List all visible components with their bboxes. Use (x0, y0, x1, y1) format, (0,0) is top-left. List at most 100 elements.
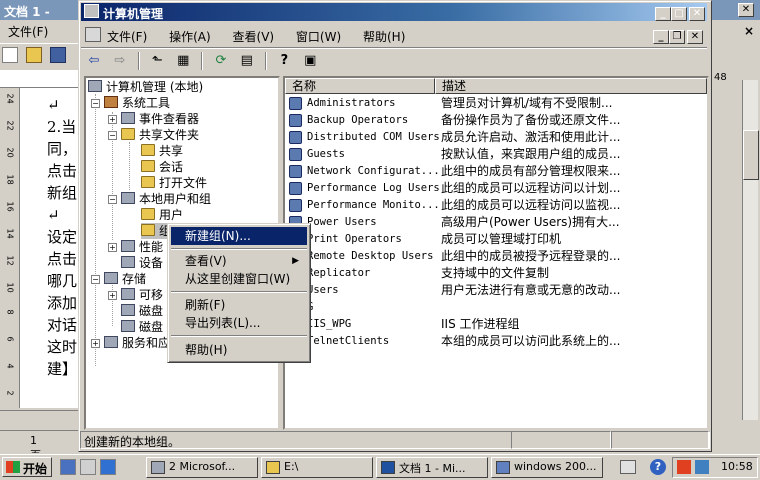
menu-item-export-list[interactable]: 导出列表(L)... (171, 314, 307, 332)
tree-root[interactable]: 计算机管理 (本地) (88, 79, 203, 95)
tray-network-icon[interactable] (677, 460, 691, 474)
quick-launch-icon[interactable] (60, 459, 76, 475)
list-item[interactable]: Print Operators 成员可以管理域打印机 (285, 231, 707, 248)
document-line: 点击 (47, 162, 78, 180)
cm-title: 计算机管理 (103, 7, 164, 21)
keyboard-icon[interactable] (620, 460, 636, 474)
tree-shared-folders[interactable]: 共享文件夹 (121, 127, 199, 143)
list-item[interactable]: Network Configurat... 此组中的成员有部分管理权限来... (285, 163, 707, 180)
group-name: Power Users (307, 216, 377, 228)
tree-removable-storage[interactable]: 可移 (121, 287, 163, 303)
menu-item-new-window[interactable]: 从这里创建窗口(W) (171, 270, 307, 288)
word-close-button[interactable]: ✕ (738, 3, 754, 17)
help-icon[interactable]: ? (273, 51, 295, 71)
export-list-icon[interactable]: ▤ (236, 51, 258, 71)
list-item[interactable]: TelnetClients 本组的成员可以访问此系统上的... (285, 333, 707, 350)
tree-device-manager[interactable]: 设备 (121, 255, 163, 271)
menu-item-refresh[interactable]: 刷新(F) (171, 296, 307, 314)
tree-system-tools[interactable]: 系统工具 (104, 95, 170, 111)
tree-users[interactable]: 用户 (141, 207, 183, 223)
tree-shares[interactable]: 共享 (141, 143, 183, 159)
save-icon[interactable] (49, 47, 66, 63)
child-close-button[interactable]: ✕ (687, 30, 703, 44)
expand-toggle[interactable]: + (108, 291, 117, 300)
list-item[interactable]: Power Users 高级用户(Power Users)拥有大... (285, 214, 707, 231)
tree-open-files[interactable]: 打开文件 (141, 175, 207, 191)
clock[interactable]: 10:58 (721, 460, 753, 473)
document-line: 新组 (47, 184, 78, 202)
taskbar-button-explorer[interactable]: E:\ (261, 457, 373, 478)
word-menu-file[interactable]: 文件(F) (2, 25, 54, 39)
tree-performance[interactable]: 性能 (121, 239, 163, 255)
document-line: 设定 (47, 228, 78, 246)
word-document-body[interactable]: ↵ 2.当 同， 点击 新组 ↵ 设定 点击 哪几 添加 对话 这时 建】 (20, 88, 80, 408)
tree-local-users-groups[interactable]: 本地用户和组 (121, 191, 211, 207)
list-item[interactable]: Performance Monito... 此组的成员可以远程访问以监视... (285, 197, 707, 214)
help-tray-icon[interactable]: ? (650, 459, 666, 475)
word-vertical-scrollbar[interactable] (742, 80, 759, 420)
list-item[interactable]: Replicator 支持域中的文件复制 (285, 265, 707, 282)
list-item[interactable]: G (285, 299, 707, 316)
up-folder-icon[interactable]: ⬑ (146, 51, 168, 71)
back-arrow-icon[interactable]: ⇦ (83, 51, 105, 71)
scrollbar-thumb[interactable] (743, 130, 759, 180)
tree-event-viewer[interactable]: 事件查看器 (121, 111, 199, 127)
expand-toggle[interactable]: + (91, 339, 100, 348)
list-item[interactable]: Distributed COM Users 成员允许启动、激活和使用此计... (285, 129, 707, 146)
menu-item-view[interactable]: 查看(V) ▶ (171, 252, 307, 270)
list-item[interactable]: Remote Desktop Users 此组中的成员被授予远程登录的... (285, 248, 707, 265)
column-header-name[interactable]: 名称 (285, 78, 435, 94)
quick-launch-icon[interactable] (80, 459, 96, 475)
forward-arrow-icon[interactable]: ⇨ (109, 51, 131, 71)
menu-window[interactable]: 窗口(W) (296, 28, 341, 45)
child-minimize-button[interactable]: _ (653, 30, 669, 44)
list-item[interactable]: Guests 按默认值，来宾跟用户组的成员... (285, 146, 707, 163)
refresh-icon[interactable]: ⟳ (210, 51, 232, 71)
list-item[interactable]: IIS_WPG IIS 工作进程组 (285, 316, 707, 333)
maximize-button[interactable]: □ (671, 7, 687, 21)
tree-services-applications[interactable]: 服务和应 (104, 335, 170, 351)
cm-status-bar: 创建新的本地组。 (80, 431, 710, 449)
menu-item-new-group[interactable]: 新建组(N)... (171, 227, 307, 245)
word-close-doc-icon[interactable]: × (744, 24, 754, 38)
collapse-toggle[interactable]: − (108, 195, 117, 204)
start-button[interactable]: 开始 (2, 457, 52, 477)
group-description: 成员允许启动、激活和使用此计... (441, 130, 621, 144)
tree-performance-label: 性能 (139, 240, 164, 254)
group-name: Administrators (307, 97, 396, 109)
tray-volume-icon[interactable] (695, 460, 709, 474)
child-restore-button[interactable]: ❐ (669, 30, 685, 44)
open-folder-icon[interactable] (25, 47, 42, 63)
taskbar-button-mmc[interactable]: 2 Microsof... (146, 457, 258, 478)
menu-file[interactable]: 文件(F) (107, 28, 147, 45)
show-hide-tree-icon[interactable]: ▦ (172, 51, 194, 71)
minimize-button[interactable]: _ (655, 7, 671, 21)
column-header-description[interactable]: 描述 (435, 78, 707, 94)
tree-disk-defragmenter[interactable]: 磁盘 (121, 303, 163, 319)
tree-storage[interactable]: 存储 (104, 271, 146, 287)
tree-event-viewer-label: 事件查看器 (139, 112, 200, 126)
list-item[interactable]: Administrators 管理员对计算机/域有不受限制... (285, 95, 707, 112)
group-icon (289, 97, 302, 110)
menu-help[interactable]: 帮助(H) (363, 28, 405, 45)
menu-item-help[interactable]: 帮助(H) (171, 341, 307, 359)
collapse-toggle[interactable]: − (91, 99, 100, 108)
properties-icon[interactable]: ▣ (299, 51, 321, 71)
close-button[interactable]: ✕ (689, 7, 705, 21)
collapse-toggle[interactable]: − (108, 131, 117, 140)
tree-sessions[interactable]: 会话 (141, 159, 183, 175)
taskbar-button-windows[interactable]: windows 200... (491, 457, 603, 478)
list-item[interactable]: Users 用户无法进行有意或无意的改动... (285, 282, 707, 299)
list-item[interactable]: Performance Log Users 此组的成员可以远程访问以计划... (285, 180, 707, 197)
taskbar-button-word[interactable]: 文档 1 - Mi... (376, 457, 488, 478)
expand-toggle[interactable]: + (108, 243, 117, 252)
quick-launch-icon[interactable] (100, 459, 116, 475)
menu-action[interactable]: 操作(A) (169, 28, 211, 45)
new-document-icon[interactable] (2, 47, 18, 63)
cm-toolbar: ⇦ ⇨ ⬑ ▦ ⟳ ▤ ? ▣ (81, 47, 707, 73)
collapse-toggle[interactable]: − (91, 275, 100, 284)
tree-disk-management[interactable]: 磁盘 (121, 319, 163, 335)
menu-view[interactable]: 查看(V) (233, 28, 275, 45)
expand-toggle[interactable]: + (108, 115, 117, 124)
list-item[interactable]: Backup Operators 备份操作员为了备份或还原文件... (285, 112, 707, 129)
